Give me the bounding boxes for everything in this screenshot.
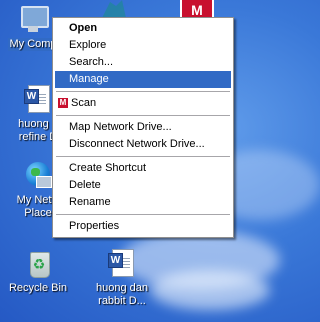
- wallpaper-cloud: [150, 270, 270, 310]
- menu-separator: [56, 91, 230, 92]
- menu-item-explore[interactable]: Explore: [55, 37, 231, 54]
- word-document-icon: W: [22, 84, 54, 116]
- folder-icon: [102, 0, 126, 18]
- menu-item-properties[interactable]: Properties: [55, 218, 231, 235]
- desktop-icon-label: My Comp: [8, 38, 58, 51]
- menu-item-disconnect-network-drive[interactable]: Disconnect Network Drive...: [55, 136, 231, 153]
- context-menu: Open Explore Search... Manage M Scan Map…: [52, 17, 234, 238]
- mcafee-icon: M: [58, 98, 68, 108]
- menu-item-delete[interactable]: Delete: [55, 177, 231, 194]
- menu-item-map-network-drive[interactable]: Map Network Drive...: [55, 119, 231, 136]
- network-globe-icon: [22, 160, 54, 192]
- desktop-icon-label: Recycle Bin: [8, 282, 68, 294]
- desktop-icon-word-document[interactable]: W huong dan rabbit D...: [85, 248, 159, 308]
- menu-separator: [56, 156, 230, 157]
- menu-item-manage[interactable]: Manage: [55, 71, 231, 88]
- menu-item-label: Scan: [71, 97, 97, 109]
- partial-desktop-icon[interactable]: [100, 0, 128, 18]
- menu-item-rename[interactable]: Rename: [55, 194, 231, 211]
- word-document-icon: W: [106, 248, 138, 280]
- computer-icon: [17, 4, 49, 36]
- menu-item-search[interactable]: Search...: [55, 54, 231, 71]
- menu-item-create-shortcut[interactable]: Create Shortcut: [55, 160, 231, 177]
- menu-separator: [56, 115, 230, 116]
- desktop-icon-recycle-bin[interactable]: ♻ Recycle Bin: [1, 248, 75, 295]
- recycle-bin-icon: ♻: [22, 248, 54, 280]
- desktop-icon-label: huong dan rabbit D...: [96, 282, 148, 307]
- menu-item-open[interactable]: Open: [55, 20, 231, 37]
- menu-separator: [56, 214, 230, 215]
- menu-item-scan[interactable]: M Scan: [55, 95, 231, 112]
